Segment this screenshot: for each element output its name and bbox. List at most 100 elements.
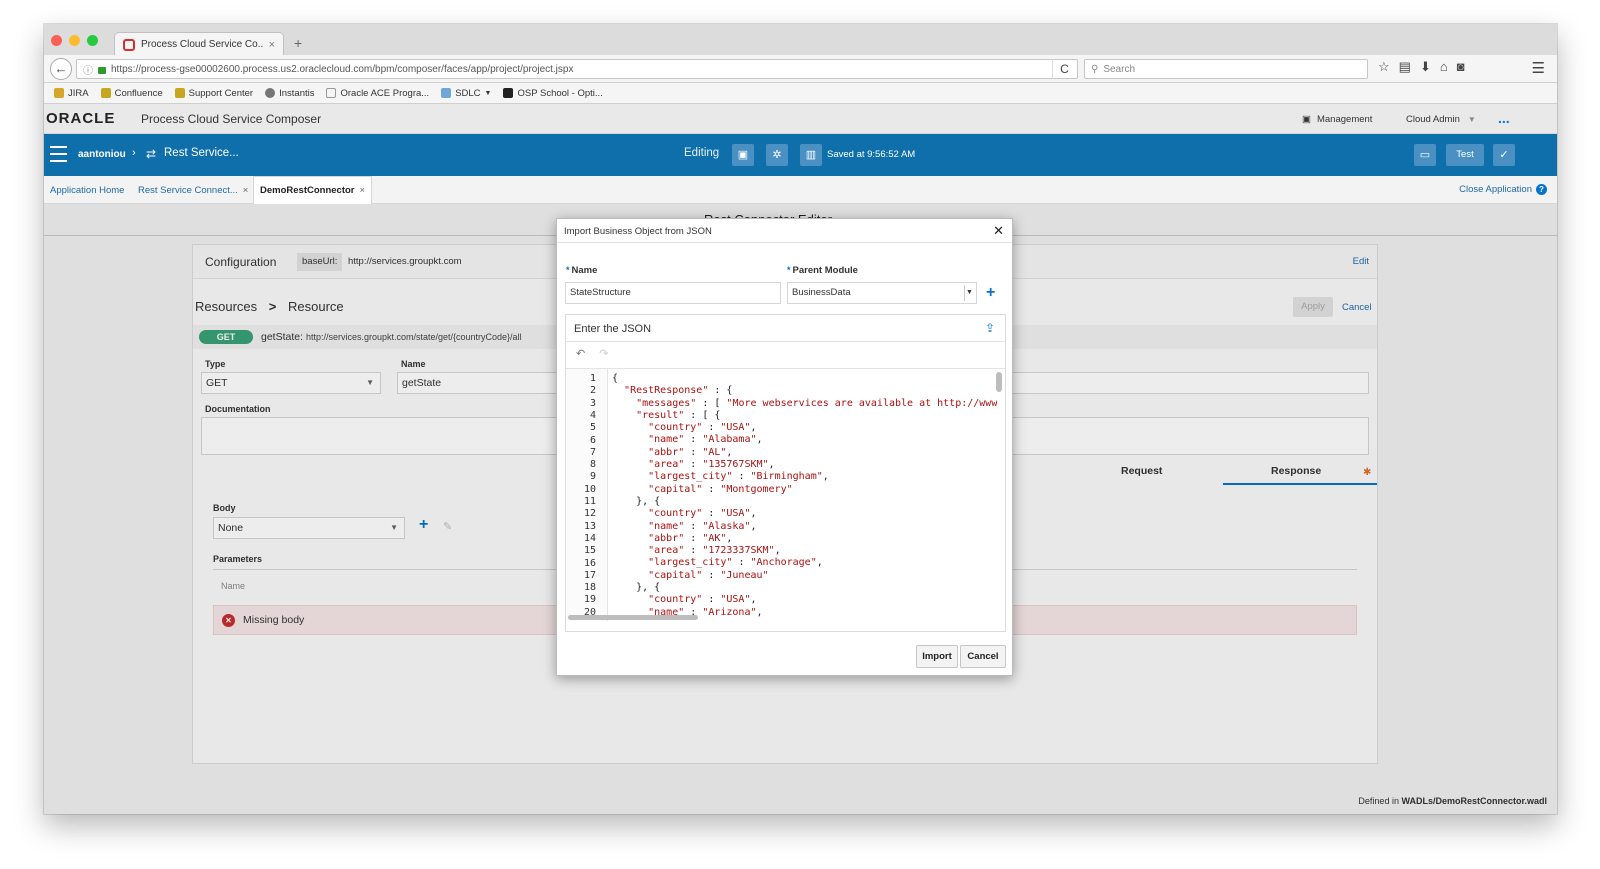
close-tab-icon[interactable]: ×: [243, 185, 249, 196]
add-module-icon[interactable]: +: [986, 284, 995, 302]
browser-menu-icon[interactable]: ☰: [1532, 59, 1545, 77]
bookmark-instantis[interactable]: Instantis: [265, 88, 314, 99]
import-json-dialog: Import Business Object from JSON ✕ * Name…: [556, 218, 1013, 676]
download-icon[interactable]: ⬇: [1420, 59, 1431, 75]
checkmark-icon[interactable]: ✓: [1493, 144, 1515, 166]
import-button[interactable]: Import: [916, 645, 958, 668]
code-line: "abbr" : "AL",: [648, 446, 733, 458]
browser-tab[interactable]: Process Cloud Service Co... ×: [114, 32, 284, 56]
line-number: 4: [589, 409, 596, 421]
bookmark-icon: [100, 88, 111, 98]
bookmark-osp-school[interactable]: OSP School - Opti...: [503, 88, 603, 99]
line-number-gutter: 1 2 3 4 5 6 7 8 9 10 11 12 13 14 15 16 17 18 19 20: [566, 369, 608, 621]
business-object-name-input[interactable]: StateStructure: [565, 282, 781, 304]
line-number: 11: [583, 496, 596, 507]
code-line: {: [612, 373, 619, 384]
line-number: 1: [589, 373, 596, 384]
bookmark-icon: [174, 88, 185, 98]
delete-icon[interactable]: ▥: [800, 144, 822, 166]
management-link[interactable]: ▣ Management: [1302, 114, 1372, 125]
name-field-label: * Name: [566, 265, 598, 276]
search-placeholder: Search: [1103, 63, 1136, 75]
required-asterisk: *: [787, 265, 791, 275]
pocket-icon[interactable]: ◙: [1457, 59, 1465, 75]
code-line: "name" : "Alabama",: [648, 434, 763, 446]
help-icon[interactable]: ?: [1536, 184, 1547, 195]
artifact-title[interactable]: Rest Service...: [164, 147, 239, 159]
editor-undo-redo: ↶ ↷: [576, 347, 608, 360]
code-line: "abbr" : "AK",: [648, 532, 733, 544]
address-bar[interactable]: ⓘ https://process-gse00002600.process.us…: [76, 59, 1078, 79]
oracle-favicon-icon: [123, 38, 135, 51]
bookmark-oracle-ace[interactable]: Oracle ACE Progra...: [326, 88, 429, 99]
editing-status: Editing: [684, 147, 720, 159]
bookmark-jira[interactable]: JIRA: [54, 88, 89, 99]
code-line: "name" : "Alaska",: [648, 520, 757, 532]
close-icon[interactable]: ✕: [993, 223, 1004, 239]
parent-module-select[interactable]: BusinessData ▼: [787, 282, 977, 304]
bookmark-confluence[interactable]: Confluence: [100, 88, 163, 99]
close-tab-icon[interactable]: ×: [360, 185, 366, 196]
line-number: 6: [589, 434, 596, 446]
code-line: "capital" : "Montgomery": [648, 483, 793, 495]
browser-tab-bar: Process Cloud Service Co... × +: [44, 24, 1557, 56]
home-icon[interactable]: ⌂: [1440, 59, 1448, 75]
cancel-button[interactable]: Cancel: [960, 645, 1006, 668]
bookmark-folder-sdlc[interactable]: SDLC ▼: [441, 88, 491, 99]
code-line: "capital" : "Juneau": [648, 569, 769, 581]
user-menu[interactable]: Cloud Admin ▼: [1406, 114, 1476, 125]
oracle-logo: ORACLE: [46, 110, 116, 127]
horizontal-scrollbar[interactable]: [568, 615, 698, 620]
saved-status: Saved at 9:56:52 AM: [827, 149, 916, 160]
new-tab-button[interactable]: +: [294, 35, 302, 51]
line-number: 2: [589, 385, 596, 397]
line-number: 15: [583, 545, 596, 557]
tab-rest-service-connect[interactable]: Rest Service Connect... ×: [138, 176, 248, 204]
json-panel-header: Enter the JSON ⇪: [566, 315, 1005, 342]
tab-demorestconnector[interactable]: DemoRestConnector ×: [253, 176, 373, 204]
code-line: }, {: [612, 582, 661, 594]
test-button[interactable]: Test: [1446, 144, 1484, 166]
editor-toolbar: aantoniou › ⇄ Rest Service... Editing ▣ …: [44, 134, 1557, 176]
reading-list-icon[interactable]: ▤: [1399, 59, 1411, 75]
dialog-title: Import Business Object from JSON: [564, 226, 712, 237]
bookmark-support-center[interactable]: Support Center: [174, 88, 253, 99]
dialog-footer: Import Cancel: [557, 637, 1012, 675]
parent-module-label: * Parent Module: [787, 265, 858, 276]
search-field[interactable]: ⚲ Search: [1084, 59, 1368, 79]
bookmarks-bar: JIRA Confluence Support Center Instantis…: [44, 83, 1557, 104]
line-number: 10: [583, 483, 596, 495]
player-icon[interactable]: ▭: [1414, 144, 1436, 166]
bookmark-star-icon[interactable]: ☆: [1378, 59, 1390, 75]
reload-button[interactable]: C: [1052, 59, 1076, 79]
code-line: }, {: [612, 495, 661, 507]
hamburger-menu-icon[interactable]: [50, 146, 67, 162]
tab-application-home[interactable]: Application Home: [50, 176, 124, 204]
json-code[interactable]: { "RestResponse" : { "messages" : [ "Mor…: [612, 373, 997, 618]
window-controls: [51, 35, 98, 46]
upload-icon[interactable]: ⇪: [985, 321, 995, 335]
username[interactable]: aantoniou: [78, 149, 126, 160]
close-window-button[interactable]: [51, 35, 62, 46]
management-icon: ▣: [1302, 114, 1311, 125]
close-application-link[interactable]: Close Application?: [1459, 184, 1547, 195]
zoom-window-button[interactable]: [87, 35, 98, 46]
back-button[interactable]: ←: [50, 58, 72, 80]
chevron-down-icon[interactable]: ▼: [964, 285, 974, 301]
code-line: "country" : "USA",: [648, 422, 757, 434]
save-icon[interactable]: ▣: [732, 144, 754, 166]
undo-icon[interactable]: ↶: [576, 347, 585, 360]
info-icon[interactable]: ⓘ: [83, 62, 93, 77]
bookmark-icon: [54, 88, 64, 98]
oracle-header: ORACLE Process Cloud Service Composer ▣ M…: [44, 104, 1557, 134]
validate-icon[interactable]: ✲: [766, 144, 788, 166]
rest-connector-icon: ⇄: [146, 147, 157, 161]
vertical-scrollbar[interactable]: [996, 372, 1002, 392]
redo-icon[interactable]: ↷: [599, 347, 608, 360]
code-line: "RestResponse" : {: [624, 385, 733, 397]
minimize-window-button[interactable]: [69, 35, 80, 46]
globe-icon: [265, 88, 276, 98]
close-tab-icon[interactable]: ×: [269, 39, 275, 51]
more-menu-button[interactable]: ...: [1498, 110, 1510, 126]
json-code-editor[interactable]: 1 2 3 4 5 6 7 8 9 10 11 12 13 14 15 16 17 18 19 20 { "RestR…: [566, 368, 1005, 621]
